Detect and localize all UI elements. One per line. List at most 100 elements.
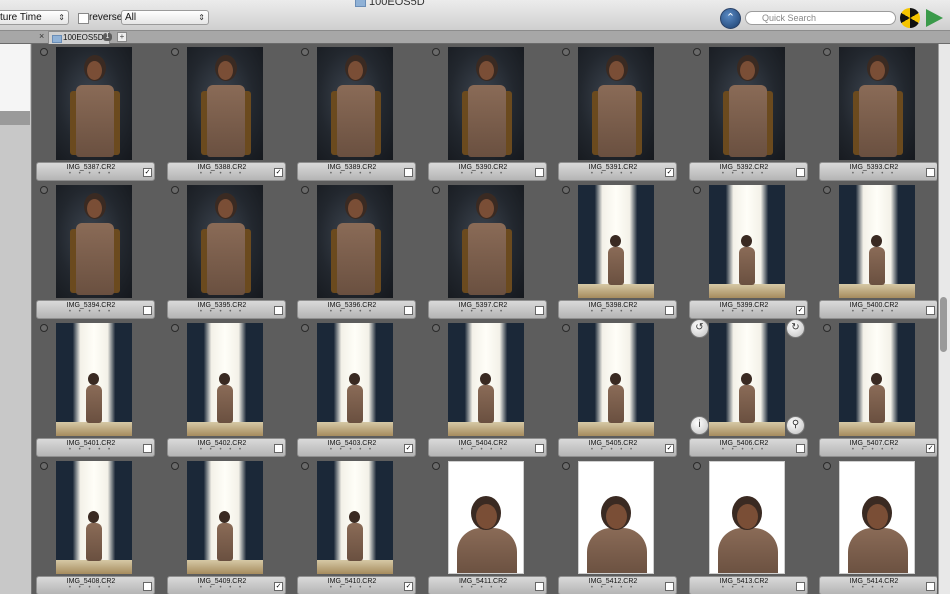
photo-thumbnail[interactable] xyxy=(709,185,785,298)
photo-thumbnail[interactable] xyxy=(56,185,132,298)
rating-dots[interactable]: • • • • • xyxy=(690,309,798,316)
sort-select[interactable]: ture Time ⇕ xyxy=(0,10,69,25)
photo-thumbnail[interactable] xyxy=(839,185,915,298)
photo-thumbnail[interactable] xyxy=(187,47,263,160)
label-radio[interactable] xyxy=(562,186,570,194)
reverse-checkbox[interactable] xyxy=(78,13,89,24)
select-checkbox[interactable] xyxy=(796,444,805,453)
photo-thumbnail[interactable] xyxy=(187,185,263,298)
play-icon[interactable] xyxy=(926,9,943,27)
select-checkbox[interactable] xyxy=(143,306,152,315)
thumbnail-cell[interactable]: IMG_5401.CR2 • • • • • xyxy=(35,321,166,459)
select-checkbox[interactable] xyxy=(535,306,544,315)
thumbnail-cell[interactable]: IMG_5387.CR2 • • • • • ✓ xyxy=(35,45,166,183)
scrollbar-thumb[interactable] xyxy=(940,297,947,352)
select-checkbox[interactable] xyxy=(143,444,152,453)
sidebar-selection[interactable] xyxy=(0,111,30,125)
rating-dots[interactable]: • • • • • xyxy=(559,171,667,178)
thumbnail-cell[interactable]: IMG_5413.CR2 • • • • • xyxy=(688,459,819,594)
label-radio[interactable] xyxy=(301,48,309,56)
thumbnail-cell[interactable]: IMG_5390.CR2 • • • • • xyxy=(427,45,558,183)
thumbnail-cell[interactable]: IMG_5398.CR2 • • • • • xyxy=(557,183,688,321)
photo-thumbnail[interactable] xyxy=(578,461,654,574)
photo-thumbnail[interactable] xyxy=(839,47,915,160)
thumbnail-cell[interactable]: IMG_5403.CR2 • • • • • ✓ xyxy=(296,321,427,459)
select-checkbox[interactable] xyxy=(143,582,152,591)
photo-thumbnail[interactable] xyxy=(56,323,132,436)
thumbnail-cell[interactable]: IMG_5404.CR2 • • • • • xyxy=(427,321,558,459)
photo-thumbnail[interactable] xyxy=(709,323,785,436)
select-checkbox[interactable] xyxy=(796,582,805,591)
rating-dots[interactable]: • • • • • xyxy=(559,447,667,454)
thumbnail-cell[interactable]: IMG_5407.CR2 • • • • • ✓ xyxy=(818,321,937,459)
thumbnail-cell[interactable]: IMG_5410.CR2 • • • • • ✓ xyxy=(296,459,427,594)
photo-thumbnail[interactable] xyxy=(448,323,524,436)
thumbnail-cell[interactable]: IMG_5388.CR2 • • • • • ✓ xyxy=(166,45,297,183)
select-checkbox[interactable]: ✓ xyxy=(665,444,674,453)
select-checkbox[interactable] xyxy=(274,444,283,453)
label-radio[interactable] xyxy=(693,48,701,56)
add-tab-icon[interactable]: + xyxy=(117,32,127,42)
select-checkbox[interactable]: ✓ xyxy=(796,306,805,315)
rating-dots[interactable]: • • • • • xyxy=(559,585,667,592)
thumbnail-cell[interactable]: IMG_5405.CR2 • • • • • ✓ xyxy=(557,321,688,459)
photo-thumbnail[interactable] xyxy=(317,323,393,436)
select-checkbox[interactable] xyxy=(274,306,283,315)
rating-dots[interactable]: • • • • • xyxy=(168,585,276,592)
label-radio[interactable] xyxy=(171,462,179,470)
thumbnail-cell[interactable]: IMG_5414.CR2 • • • • • xyxy=(818,459,937,594)
rating-dots[interactable]: • • • • • xyxy=(559,309,667,316)
label-radio[interactable] xyxy=(40,462,48,470)
filter-select[interactable]: All ⇕ xyxy=(121,10,209,25)
rating-dots[interactable]: • • • • • xyxy=(820,171,928,178)
label-radio[interactable] xyxy=(562,462,570,470)
rating-dots[interactable]: • • • • • xyxy=(820,585,928,592)
label-radio[interactable] xyxy=(301,462,309,470)
thumbnail-cell[interactable]: IMG_5402.CR2 • • • • • xyxy=(166,321,297,459)
photo-thumbnail[interactable] xyxy=(578,47,654,160)
label-radio[interactable] xyxy=(432,462,440,470)
thumbnail-cell[interactable]: IMG_5406.CR2 • • • • • ↺ ↻ i ⚲ xyxy=(688,319,819,459)
select-checkbox[interactable] xyxy=(665,306,674,315)
photo-thumbnail[interactable] xyxy=(187,461,263,574)
label-radio[interactable] xyxy=(432,324,440,332)
photo-thumbnail[interactable] xyxy=(56,461,132,574)
thumbnail-cell[interactable]: IMG_5396.CR2 • • • • • xyxy=(296,183,427,321)
label-radio[interactable] xyxy=(301,324,309,332)
rating-dots[interactable]: • • • • • xyxy=(298,309,406,316)
rotate-left-icon[interactable]: ↺ xyxy=(690,319,709,338)
thumbnail-cell[interactable]: IMG_5391.CR2 • • • • • ✓ xyxy=(557,45,688,183)
close-tab-icon[interactable]: × xyxy=(39,31,44,41)
rating-dots[interactable]: • • • • • xyxy=(168,447,276,454)
thumbnail-cell[interactable]: IMG_5411.CR2 • • • • • xyxy=(427,459,558,594)
photo-thumbnail[interactable] xyxy=(839,323,915,436)
thumbnail-cell[interactable]: IMG_5400.CR2 • • • • • xyxy=(818,183,937,321)
rating-dots[interactable]: • • • • • xyxy=(298,171,406,178)
select-checkbox[interactable]: ✓ xyxy=(665,168,674,177)
info-icon[interactable]: i xyxy=(690,416,709,435)
quick-search-input[interactable]: Quick Search xyxy=(745,11,896,25)
photo-thumbnail[interactable] xyxy=(839,461,915,574)
photo-thumbnail[interactable] xyxy=(709,461,785,574)
label-radio[interactable] xyxy=(40,48,48,56)
photo-thumbnail[interactable] xyxy=(187,323,263,436)
rating-dots[interactable]: • • • • • xyxy=(168,171,276,178)
rating-dots[interactable]: • • • • • xyxy=(37,585,145,592)
select-checkbox[interactable] xyxy=(926,168,935,177)
thumbnail-cell[interactable]: IMG_5393.CR2 • • • • • xyxy=(818,45,937,183)
label-radio[interactable] xyxy=(171,324,179,332)
select-checkbox[interactable] xyxy=(796,168,805,177)
label-radio[interactable] xyxy=(432,48,440,56)
label-radio[interactable] xyxy=(171,186,179,194)
select-checkbox[interactable]: ✓ xyxy=(404,582,413,591)
select-checkbox[interactable]: ✓ xyxy=(926,444,935,453)
photo-thumbnail[interactable] xyxy=(578,185,654,298)
label-radio[interactable] xyxy=(823,324,831,332)
rating-dots[interactable]: • • • • • xyxy=(429,447,537,454)
select-checkbox[interactable] xyxy=(404,306,413,315)
select-checkbox[interactable] xyxy=(926,306,935,315)
select-checkbox[interactable]: ✓ xyxy=(143,168,152,177)
rating-dots[interactable]: • • • • • xyxy=(690,447,798,454)
select-checkbox[interactable]: ✓ xyxy=(274,168,283,177)
photo-thumbnail[interactable] xyxy=(56,47,132,160)
